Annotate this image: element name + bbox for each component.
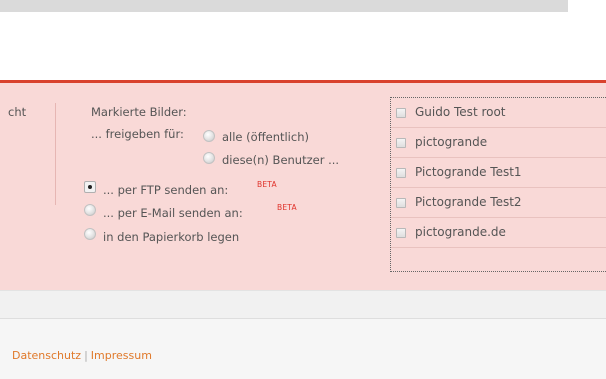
user-row[interactable]: pictogrande.de (391, 218, 606, 248)
user-label: pictogrande.de (415, 225, 506, 239)
user-label: Guido Test root (415, 105, 506, 119)
email-beta-badge: BETA (277, 203, 297, 212)
left-tab-label: cht (8, 105, 27, 119)
user-checkbox[interactable] (396, 228, 406, 238)
user-checkbox[interactable] (396, 198, 406, 208)
share-all-radio[interactable] (203, 130, 215, 142)
email-label[interactable]: ... per E-Mail senden an: (103, 206, 243, 220)
trash-radio[interactable] (84, 228, 96, 240)
imprint-link[interactable]: Impressum (91, 349, 152, 362)
privacy-link[interactable]: Datenschutz (12, 349, 81, 362)
user-row[interactable]: pictogrande (391, 128, 606, 158)
footer-separator: | (84, 349, 88, 362)
user-label: Pictogrande Test2 (415, 195, 522, 209)
footer-links: Datenschutz | Impressum (12, 349, 152, 362)
user-checkbox[interactable] (396, 168, 406, 178)
page: cht Markierte Bilder: ... freigeben für:… (0, 0, 606, 379)
top-right-tab (568, 0, 606, 12)
user-label: pictogrande (415, 135, 488, 149)
user-row[interactable]: Guido Test root (391, 98, 606, 128)
trash-label[interactable]: in den Papierkorb legen (103, 230, 239, 244)
share-users-radio[interactable] (203, 152, 215, 164)
share-users-label[interactable]: diese(n) Benutzer ... (222, 153, 339, 167)
share-all-label[interactable]: alle (öffentlich) (222, 130, 309, 144)
user-row[interactable]: Pictogrande Test2 (391, 188, 606, 218)
ftp-radio[interactable] (84, 181, 96, 193)
user-checkbox[interactable] (396, 138, 406, 148)
ftp-beta-badge: BETA (257, 180, 277, 189)
user-list[interactable]: Guido Test root pictogrande Pictogrande … (390, 97, 606, 272)
ftp-label[interactable]: ... per FTP senden an: (103, 183, 228, 197)
marked-images-title: Markierte Bilder: (91, 105, 187, 119)
content-spacer (0, 290, 606, 319)
column-divider (55, 103, 56, 205)
user-checkbox[interactable] (396, 108, 406, 118)
email-radio[interactable] (84, 204, 96, 216)
header-area (0, 12, 606, 80)
share-label: ... freigeben für: (91, 127, 184, 141)
user-row[interactable]: Pictogrande Test1 (391, 158, 606, 188)
user-label: Pictogrande Test1 (415, 165, 522, 179)
